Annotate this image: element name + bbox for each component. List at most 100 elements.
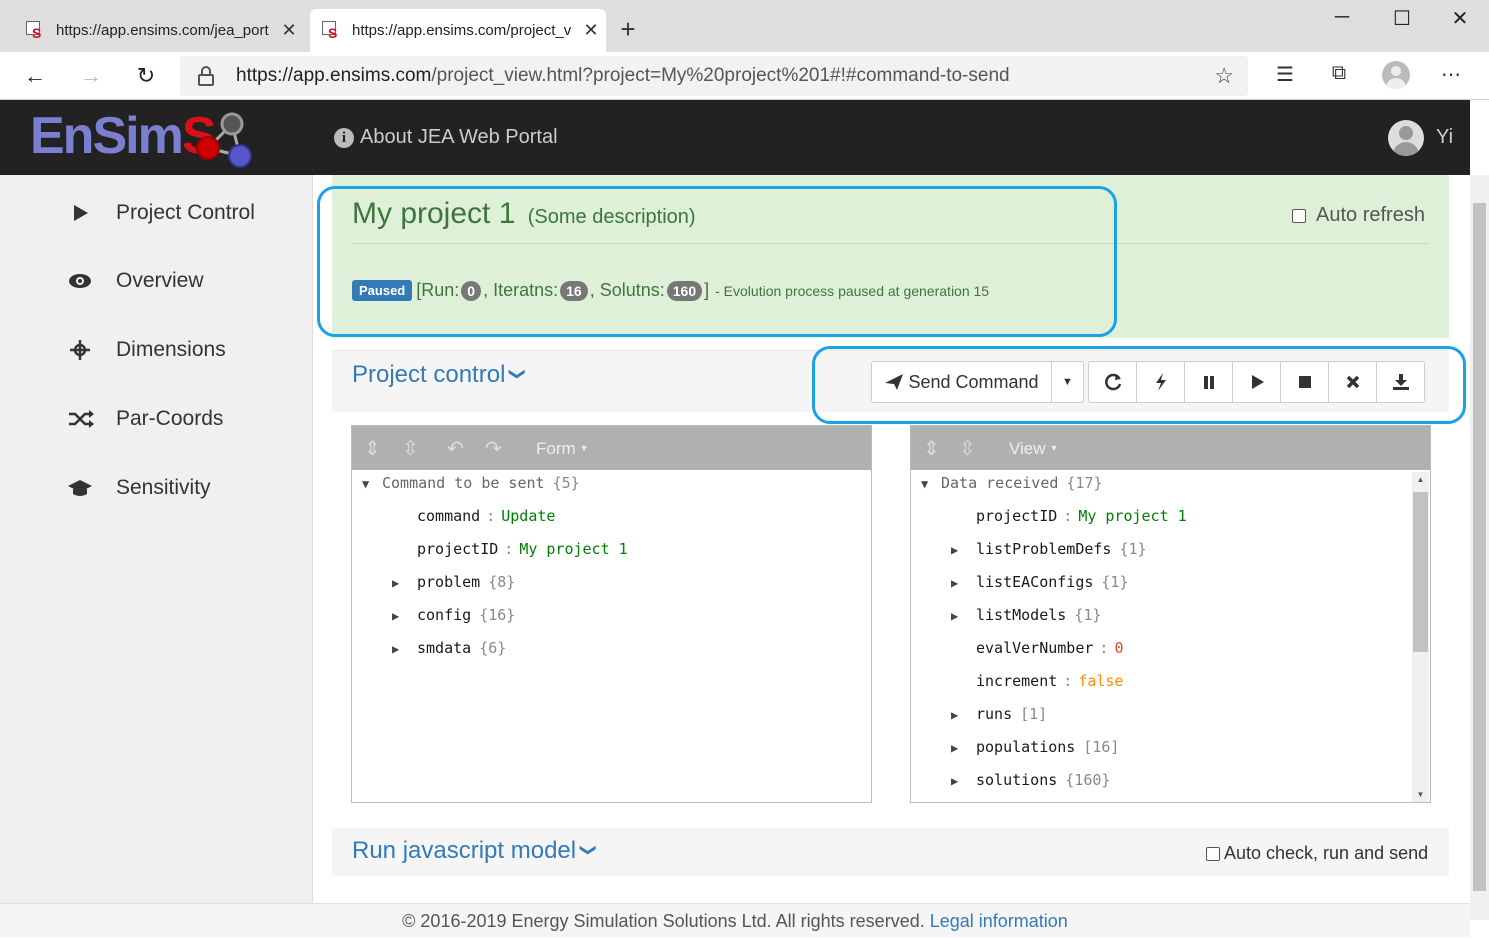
- tree-node-listeaconfigs[interactable]: ▶ listEAConfigs {1}: [951, 573, 1129, 591]
- play-icon: [1251, 375, 1264, 389]
- sidebar: Project Control Overview Dimensions Par-…: [0, 175, 313, 903]
- url-text: https://app.ensims.com/project_view.html…: [236, 65, 1010, 86]
- chevron-down-icon: ❯: [579, 843, 597, 857]
- address-bar: ← → ↻ https://app.ensims.com/project_vie…: [0, 52, 1489, 100]
- redo-icon[interactable]: ↷: [485, 436, 502, 461]
- close-tab-icon[interactable]: ✕: [576, 20, 606, 41]
- favorite-star-icon[interactable]: ☆: [1214, 63, 1234, 89]
- stop-button[interactable]: [1280, 361, 1329, 403]
- minimize-icon[interactable]: ─: [1322, 6, 1362, 29]
- url-field[interactable]: https://app.ensims.com/project_view.html…: [180, 56, 1248, 96]
- tree-field-evalvernumber[interactable]: evalVerNumber:0: [956, 639, 1123, 657]
- auto-check-checkbox[interactable]: [1206, 846, 1220, 861]
- close-tab-icon[interactable]: ✕: [274, 20, 304, 41]
- undo-icon[interactable]: ↶: [447, 436, 464, 461]
- refresh-button[interactable]: [1088, 361, 1137, 403]
- refresh-icon: [1104, 373, 1121, 391]
- graduation-cap-icon: [60, 476, 100, 500]
- footer: © 2016-2019 Energy Simulation Solutions …: [0, 903, 1470, 937]
- tree-node-listmodels[interactable]: ▶ listModels {1}: [951, 606, 1101, 624]
- run-once-button[interactable]: [1136, 361, 1185, 403]
- tree-node-runs[interactable]: ▶ runs [1]: [951, 705, 1047, 723]
- viewer-scrollbar[interactable]: ▲ ▼: [1412, 472, 1429, 802]
- solutions-count-badge: 160: [666, 280, 703, 301]
- ensims-favicon-icon: S: [26, 20, 46, 41]
- sidebar-item-par-coords[interactable]: Par-Coords: [60, 399, 223, 439]
- more-menu-icon[interactable]: ⋯: [1436, 62, 1466, 87]
- paper-plane-icon: [885, 374, 904, 390]
- resume-button[interactable]: [1232, 361, 1281, 403]
- tree-node-problem[interactable]: ▶ problem {8}: [392, 573, 515, 591]
- play-icon: [60, 201, 100, 225]
- browser-tab-project-view[interactable]: S https://app.ensims.com/project_v ✕: [310, 9, 606, 52]
- command-buttons: [1088, 361, 1425, 403]
- project-control-bar: Project control ❯ Send Command ▼: [332, 350, 1449, 412]
- auto-refresh-toggle[interactable]: Auto refresh: [1292, 204, 1425, 227]
- close-window-icon[interactable]: ✕: [1440, 6, 1480, 31]
- tree-field-increment[interactable]: increment: false: [956, 672, 1123, 690]
- app-header: EnSimS: [0, 100, 1470, 175]
- remove-icon: [1346, 375, 1359, 389]
- status-badge: Paused: [352, 280, 413, 301]
- molecule-logo-icon: [196, 112, 252, 168]
- sidebar-item-dimensions[interactable]: Dimensions: [60, 330, 226, 370]
- run-javascript-model-toggle[interactable]: Run javascript model ❯: [352, 837, 597, 865]
- legal-information-link[interactable]: Legal information: [930, 911, 1068, 931]
- tree-node-smdata[interactable]: ▶ smdata {6}: [392, 639, 506, 657]
- ensims-favicon-icon: S: [322, 20, 342, 41]
- back-icon[interactable]: ←: [20, 62, 50, 90]
- collapse-all-icon[interactable]: ⇳: [959, 436, 976, 461]
- project-description: (Some description): [527, 206, 696, 228]
- tree-node-listproblemdefs[interactable]: ▶ listProblemDefs {1}: [951, 540, 1147, 558]
- tree-node-populations[interactable]: ▶ populations [16]: [951, 738, 1119, 756]
- divider: [352, 243, 1428, 244]
- collapse-all-icon[interactable]: ⇳: [402, 436, 419, 461]
- send-command-button[interactable]: Send Command: [871, 361, 1052, 403]
- shuffle-icon: [60, 407, 100, 431]
- auto-check-toggle[interactable]: Auto check, run and send: [1206, 843, 1428, 864]
- tree-field-projectid[interactable]: projectID: My project 1: [397, 540, 628, 558]
- eye-icon: [60, 269, 100, 293]
- collections-icon[interactable]: ⧉: [1324, 62, 1354, 85]
- maximize-icon[interactable]: ☐: [1382, 6, 1422, 31]
- send-command-dropdown[interactable]: ▼: [1052, 361, 1084, 403]
- pause-icon: [1203, 376, 1214, 389]
- tree-node-solutions[interactable]: ▶ solutions {160}: [951, 771, 1110, 789]
- data-received-viewer: ⇕ ⇳ View ▼ ▼ Data received {17} projectID: M…: [910, 425, 1431, 803]
- download-button[interactable]: [1376, 361, 1425, 403]
- browser-tab-jea-portal[interactable]: S https://app.ensims.com/jea_port ✕: [14, 9, 304, 52]
- expand-all-icon[interactable]: ⇕: [364, 436, 381, 461]
- project-control-toggle[interactable]: Project control ❯: [352, 361, 527, 389]
- tab-title: https://app.ensims.com/project_v: [352, 22, 572, 39]
- view-mode-selector[interactable]: View ▼: [1009, 439, 1058, 459]
- crosshair-icon: [60, 338, 100, 362]
- status-message: - Evolution process paused at generation…: [715, 282, 990, 299]
- forward-icon[interactable]: →: [76, 62, 106, 90]
- remove-button[interactable]: [1328, 361, 1377, 403]
- user-avatar[interactable]: [1388, 120, 1424, 156]
- mode-selector[interactable]: Form ▼: [536, 439, 589, 459]
- iterations-count-badge: 16: [560, 280, 588, 301]
- tree-root[interactable]: ▼ Data received {17}: [921, 474, 1103, 492]
- favorites-list-icon[interactable]: ☰: [1270, 62, 1300, 87]
- expand-all-icon[interactable]: ⇕: [923, 436, 940, 461]
- sidebar-item-sensitivity[interactable]: Sensitivity: [60, 468, 211, 508]
- about-link[interactable]: i About JEA Web Portal: [334, 126, 558, 149]
- user-name[interactable]: Yi: [1436, 126, 1453, 149]
- reload-icon[interactable]: ↻: [131, 62, 161, 90]
- copyright-text: © 2016-2019 Energy Simulation Solutions …: [402, 911, 925, 931]
- sidebar-item-project-control[interactable]: Project Control: [60, 193, 255, 233]
- pause-button[interactable]: [1184, 361, 1233, 403]
- new-tab-icon[interactable]: +: [616, 14, 640, 45]
- browser-profile-avatar[interactable]: [1382, 61, 1410, 89]
- tree-field-command[interactable]: command: Update: [397, 507, 555, 525]
- run-javascript-model-bar: Run javascript model ❯ Auto check, run an…: [332, 828, 1449, 876]
- chevron-down-icon: ❯: [509, 367, 527, 381]
- tree-node-config[interactable]: ▶ config {16}: [392, 606, 515, 624]
- tree-field-projectid[interactable]: projectID: My project 1: [956, 507, 1187, 525]
- auto-refresh-checkbox[interactable]: [1292, 208, 1306, 223]
- tree-root[interactable]: ▼ Command to be sent {5}: [362, 474, 580, 492]
- sidebar-item-overview[interactable]: Overview: [60, 261, 204, 301]
- page-scrollbar[interactable]: [1470, 175, 1489, 920]
- download-icon: [1392, 374, 1409, 390]
